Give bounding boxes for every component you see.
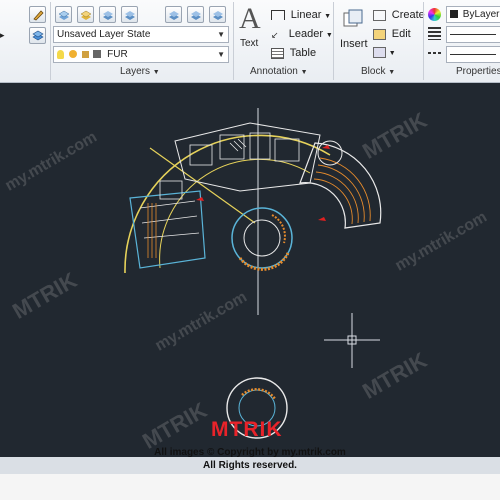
plan-rotunda-stair-2 bbox=[271, 214, 286, 244]
chevron-down-icon: ▼ bbox=[324, 13, 332, 20]
crosshair-cursor bbox=[324, 313, 380, 368]
layer-stack-icon bbox=[213, 11, 223, 20]
block-attribute-button[interactable]: ▼ bbox=[373, 47, 396, 58]
layer-merge-button[interactable] bbox=[209, 6, 226, 23]
color-dropdown[interactable]: ByLayer bbox=[446, 6, 500, 23]
layer-stack-icon bbox=[32, 30, 44, 41]
layer-stack-icon bbox=[169, 11, 179, 20]
chevron-down-icon: ▼ bbox=[217, 50, 225, 59]
color-square-icon bbox=[93, 50, 102, 59]
layer-freeze-button[interactable] bbox=[121, 6, 138, 23]
create-block-icon bbox=[373, 9, 386, 21]
chevron-down-icon: ▼ bbox=[300, 69, 308, 76]
layer-isolate-button[interactable] bbox=[99, 6, 116, 23]
leader-button[interactable]: ↙ Leader ▼ bbox=[271, 28, 333, 40]
current-layer-value: FUR bbox=[107, 49, 128, 60]
layer-dropdown[interactable]: FUR ▼ bbox=[53, 46, 229, 63]
plan-top-circle bbox=[317, 140, 343, 166]
lock-icon bbox=[81, 50, 89, 58]
pencil-button[interactable] bbox=[29, 6, 46, 23]
layer-properties-button[interactable] bbox=[55, 6, 72, 23]
table-icon bbox=[271, 47, 284, 59]
linetype-line-icon bbox=[450, 53, 496, 55]
linear-dim-icon bbox=[271, 10, 285, 21]
panel-separator bbox=[423, 2, 424, 80]
panel-separator bbox=[233, 2, 234, 80]
layer-off-button[interactable] bbox=[165, 6, 182, 23]
layers-panel-title[interactable]: Layers ▼ bbox=[120, 66, 160, 77]
copyright-line-2: All Rights reserved. bbox=[203, 460, 297, 471]
color-square-icon bbox=[450, 10, 458, 19]
insert-button-label[interactable]: Insert bbox=[340, 38, 368, 50]
layer-states-button[interactable] bbox=[77, 6, 94, 23]
plan-center-rotunda-inner bbox=[243, 219, 281, 257]
annotation-panel-title[interactable]: Annotation ▼ bbox=[250, 66, 308, 77]
create-block-button[interactable]: Create bbox=[373, 9, 425, 21]
layer-settings-icon bbox=[58, 10, 70, 20]
bulb-icon bbox=[57, 49, 64, 59]
text-button-label[interactable]: Text bbox=[240, 38, 258, 49]
layer-tool-button[interactable] bbox=[29, 27, 46, 44]
attribute-icon bbox=[373, 47, 386, 58]
linear-dimension-button[interactable]: Linear ▼ bbox=[271, 9, 331, 21]
lineweight-dropdown[interactable] bbox=[446, 26, 500, 43]
color-value: ByLayer bbox=[462, 9, 500, 20]
plan-left-wing-details bbox=[139, 180, 200, 239]
chevron-down-icon: ▼ bbox=[217, 30, 225, 39]
plan-left-seating bbox=[147, 203, 157, 258]
text-A-icon[interactable]: A bbox=[239, 2, 261, 36]
lineweight-line-icon bbox=[450, 33, 496, 35]
chevron-down-icon: ▼ bbox=[325, 32, 333, 39]
pencil-icon bbox=[33, 10, 44, 21]
layer-stack-icon bbox=[80, 10, 92, 20]
edit-block-icon bbox=[373, 28, 386, 40]
layer-stack-icon bbox=[103, 11, 113, 20]
layer-state-value: Unsaved Layer State bbox=[57, 29, 151, 40]
plan-auditorium-seating bbox=[313, 157, 371, 225]
copyright-line-1: All images © Copyright by my.mtrik.com bbox=[154, 447, 346, 458]
panel-separator bbox=[333, 2, 334, 80]
chevron-down-icon: ▼ bbox=[388, 69, 396, 76]
linetype-icon[interactable] bbox=[428, 47, 441, 60]
drawing-viewport[interactable]: my.mtrik.com MTRIK my.mtrik.com MTRIK my… bbox=[0, 83, 500, 457]
chevron-down-icon: ▼ bbox=[388, 50, 396, 58]
left-edge-arrow[interactable]: ▸ bbox=[0, 30, 5, 41]
lineweight-icon[interactable] bbox=[428, 27, 441, 40]
plan-left-wing bbox=[129, 190, 206, 269]
chevron-down-icon: ▼ bbox=[152, 69, 160, 76]
plan-red-marker bbox=[318, 217, 326, 221]
table-button[interactable]: Table bbox=[271, 47, 316, 59]
layer-stack-icon bbox=[191, 11, 201, 20]
panel-separator bbox=[50, 2, 51, 80]
plan-bottom-stair bbox=[241, 388, 277, 400]
edit-block-button[interactable]: Edit bbox=[373, 28, 411, 40]
insert-block-icon[interactable] bbox=[342, 8, 364, 30]
sun-icon bbox=[68, 50, 77, 59]
leader-icon: ↙ bbox=[271, 29, 279, 40]
brand-logo: MTRIK bbox=[211, 418, 283, 441]
ribbon: ▸ Unsaved Layer State ▼ FUR ▼ Layers ▼ A… bbox=[0, 0, 500, 83]
block-panel-title[interactable]: Block ▼ bbox=[361, 66, 395, 77]
layer-state-dropdown[interactable]: Unsaved Layer State ▼ bbox=[53, 26, 229, 43]
linetype-dropdown[interactable] bbox=[446, 46, 500, 63]
color-wheel-icon[interactable] bbox=[428, 8, 441, 21]
properties-panel-title[interactable]: Properties bbox=[456, 66, 500, 77]
copyright-notice: All images © Copyright by my.mtrik.com A… bbox=[150, 446, 350, 472]
layer-walk-button[interactable] bbox=[187, 6, 204, 23]
layer-stack-icon bbox=[125, 11, 135, 20]
